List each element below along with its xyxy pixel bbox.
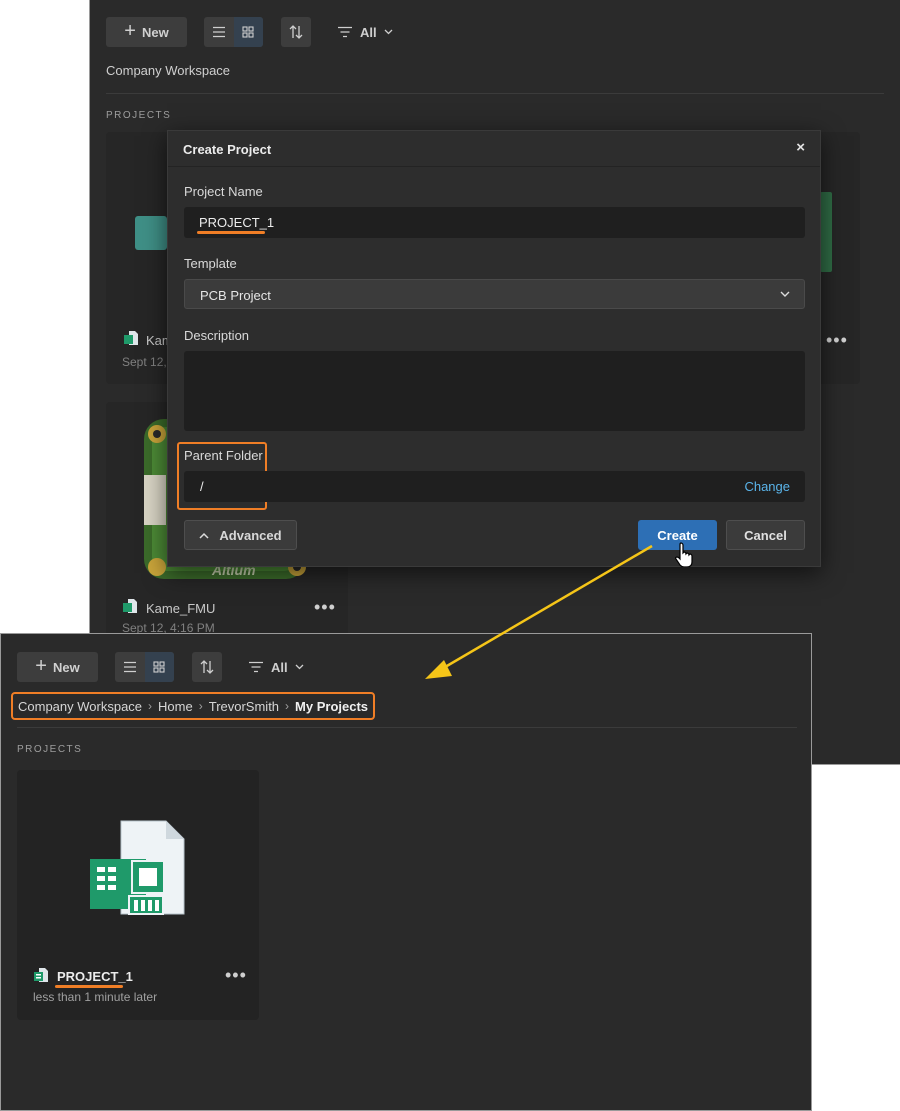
board-thumbnail [135, 216, 167, 250]
list-icon [123, 661, 136, 673]
highlight-underline [197, 231, 265, 234]
description-label: Description [184, 328, 250, 343]
parent-folder-value: / [200, 479, 204, 494]
project-card[interactable]: PROJECT_1 less than 1 minute later ••• [17, 770, 259, 1020]
cancel-label: Cancel [744, 527, 787, 543]
dialog-title: Create Project [183, 142, 272, 157]
grid-view-button[interactable] [233, 17, 263, 47]
breadcrumb-current: My Projects [295, 698, 369, 714]
grid-icon [242, 26, 254, 38]
project-date: Sept 12, [122, 355, 167, 369]
sort-button[interactable] [192, 652, 222, 682]
breadcrumb: Company Workspace › Home › TrevorSmith ›… [11, 692, 376, 720]
breadcrumb-item[interactable]: Home [158, 699, 193, 714]
filter-label: All [271, 659, 288, 675]
workspace-panel-after: + New All Company Workspace › Home › Tre… [0, 633, 812, 1111]
breadcrumb-item[interactable]: Company Workspace [18, 699, 142, 714]
chevron-down-icon [384, 29, 393, 35]
toolbar: + New All [106, 17, 393, 47]
project-file-icon [123, 599, 137, 613]
workspace-title: Company Workspace [106, 63, 231, 78]
projects-section-label: PROJECTS [17, 744, 83, 755]
project-file-icon [34, 968, 48, 982]
hand-cursor-icon [675, 542, 693, 567]
new-button-label: New [52, 659, 80, 675]
breadcrumb-item[interactable]: TrevorSmith [209, 699, 279, 714]
advanced-button[interactable]: Advanced [184, 520, 297, 550]
project-name[interactable]: PROJECT_1 [57, 969, 133, 984]
chevron-down-icon [295, 664, 304, 670]
divider [106, 93, 884, 94]
advanced-label: Advanced [219, 527, 282, 543]
new-button[interactable]: + New [17, 652, 98, 682]
view-toggle [115, 652, 174, 682]
chevron-right-icon: › [198, 699, 203, 713]
project-name-input[interactable]: PROJECT_1 [184, 207, 805, 238]
dialog-header: Create Project × [168, 131, 820, 167]
divider [17, 727, 797, 728]
list-view-button[interactable] [115, 652, 145, 682]
pcb-project-icon [90, 820, 185, 915]
plus-icon: + [35, 655, 47, 677]
chevron-right-icon: › [148, 699, 153, 713]
create-project-dialog: Create Project × Project Name PROJECT_1 … [167, 130, 821, 567]
template-select[interactable]: PCB Project [184, 279, 805, 309]
cancel-button[interactable]: Cancel [726, 520, 805, 550]
list-view-button[interactable] [204, 17, 234, 47]
highlight-underline [55, 985, 123, 988]
template-label: Template [184, 256, 237, 271]
board-thumbnail [820, 192, 832, 272]
toolbar: + New All [17, 652, 304, 682]
grid-icon [153, 661, 165, 673]
filter-icon [338, 26, 352, 38]
sort-button[interactable] [281, 17, 311, 47]
filter-icon [249, 661, 263, 673]
close-icon[interactable]: × [796, 139, 805, 156]
filter-dropdown[interactable]: All [248, 660, 304, 675]
description-textarea[interactable] [184, 351, 805, 431]
filter-dropdown[interactable]: All [337, 25, 393, 40]
project-name-label: Project Name [184, 184, 263, 199]
more-options-icon[interactable]: ••• [225, 966, 247, 984]
template-value: PCB Project [200, 288, 271, 303]
chevron-up-icon [199, 532, 209, 539]
project-file-icon [124, 331, 138, 345]
project-name-value: PROJECT_1 [199, 215, 275, 230]
new-button-label: New [141, 24, 169, 40]
view-toggle [204, 17, 263, 47]
chevron-right-icon: › [285, 699, 290, 713]
more-options-icon[interactable]: ••• [314, 598, 336, 616]
plus-icon: + [124, 20, 136, 42]
parent-folder-field: / Change [184, 471, 805, 502]
list-icon [212, 26, 225, 38]
projects-section-label: PROJECTS [106, 110, 172, 121]
sort-icon [289, 25, 303, 39]
grid-view-button[interactable] [144, 652, 174, 682]
filter-label: All [360, 24, 377, 40]
change-folder-link[interactable]: Change [744, 479, 790, 494]
project-modified: less than 1 minute later [33, 990, 158, 1004]
sort-icon [200, 660, 214, 674]
parent-folder-label: Parent Folder [184, 448, 263, 463]
chevron-down-icon [780, 291, 790, 297]
new-button[interactable]: + New [106, 17, 187, 47]
project-name[interactable]: Kame_FMU [146, 601, 215, 616]
more-options-icon[interactable]: ••• [826, 331, 848, 349]
